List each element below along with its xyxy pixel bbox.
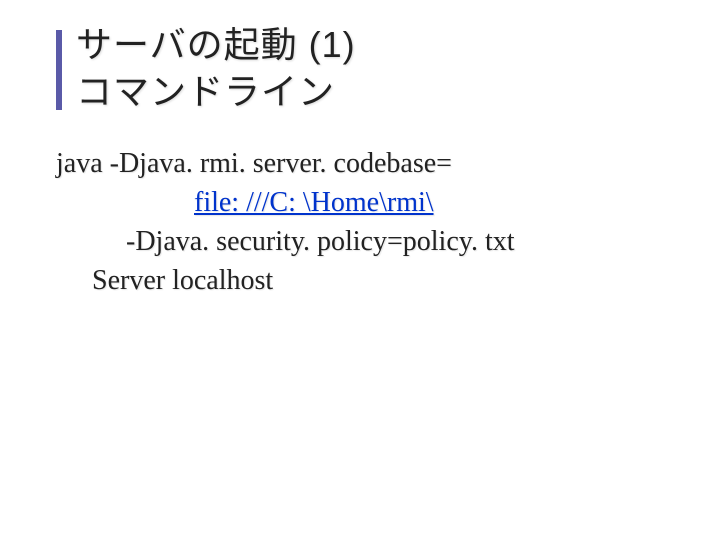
title-line-1: サーバの起動 (1) xyxy=(76,22,688,69)
command-block: java -Djava. rmi. server. codebase= file… xyxy=(56,144,688,301)
cmd-line-1: java -Djava. rmi. server. codebase= xyxy=(56,144,688,183)
slide: サーバの起動 (1) コマンドライン java -Djava. rmi. ser… xyxy=(0,0,720,540)
title-line-2: コマンドライン xyxy=(76,69,688,116)
cmd-line-2: file: ///C: \Home\rmi\ xyxy=(56,183,688,222)
title-accent-bar xyxy=(56,30,62,110)
cmd-line-4: Server localhost xyxy=(56,261,688,300)
title-block: サーバの起動 (1) コマンドライン xyxy=(56,22,688,116)
cmd-line-3: -Djava. security. policy=policy. txt xyxy=(56,222,688,261)
file-path-link[interactable]: file: ///C: \Home\rmi\ xyxy=(194,187,434,218)
